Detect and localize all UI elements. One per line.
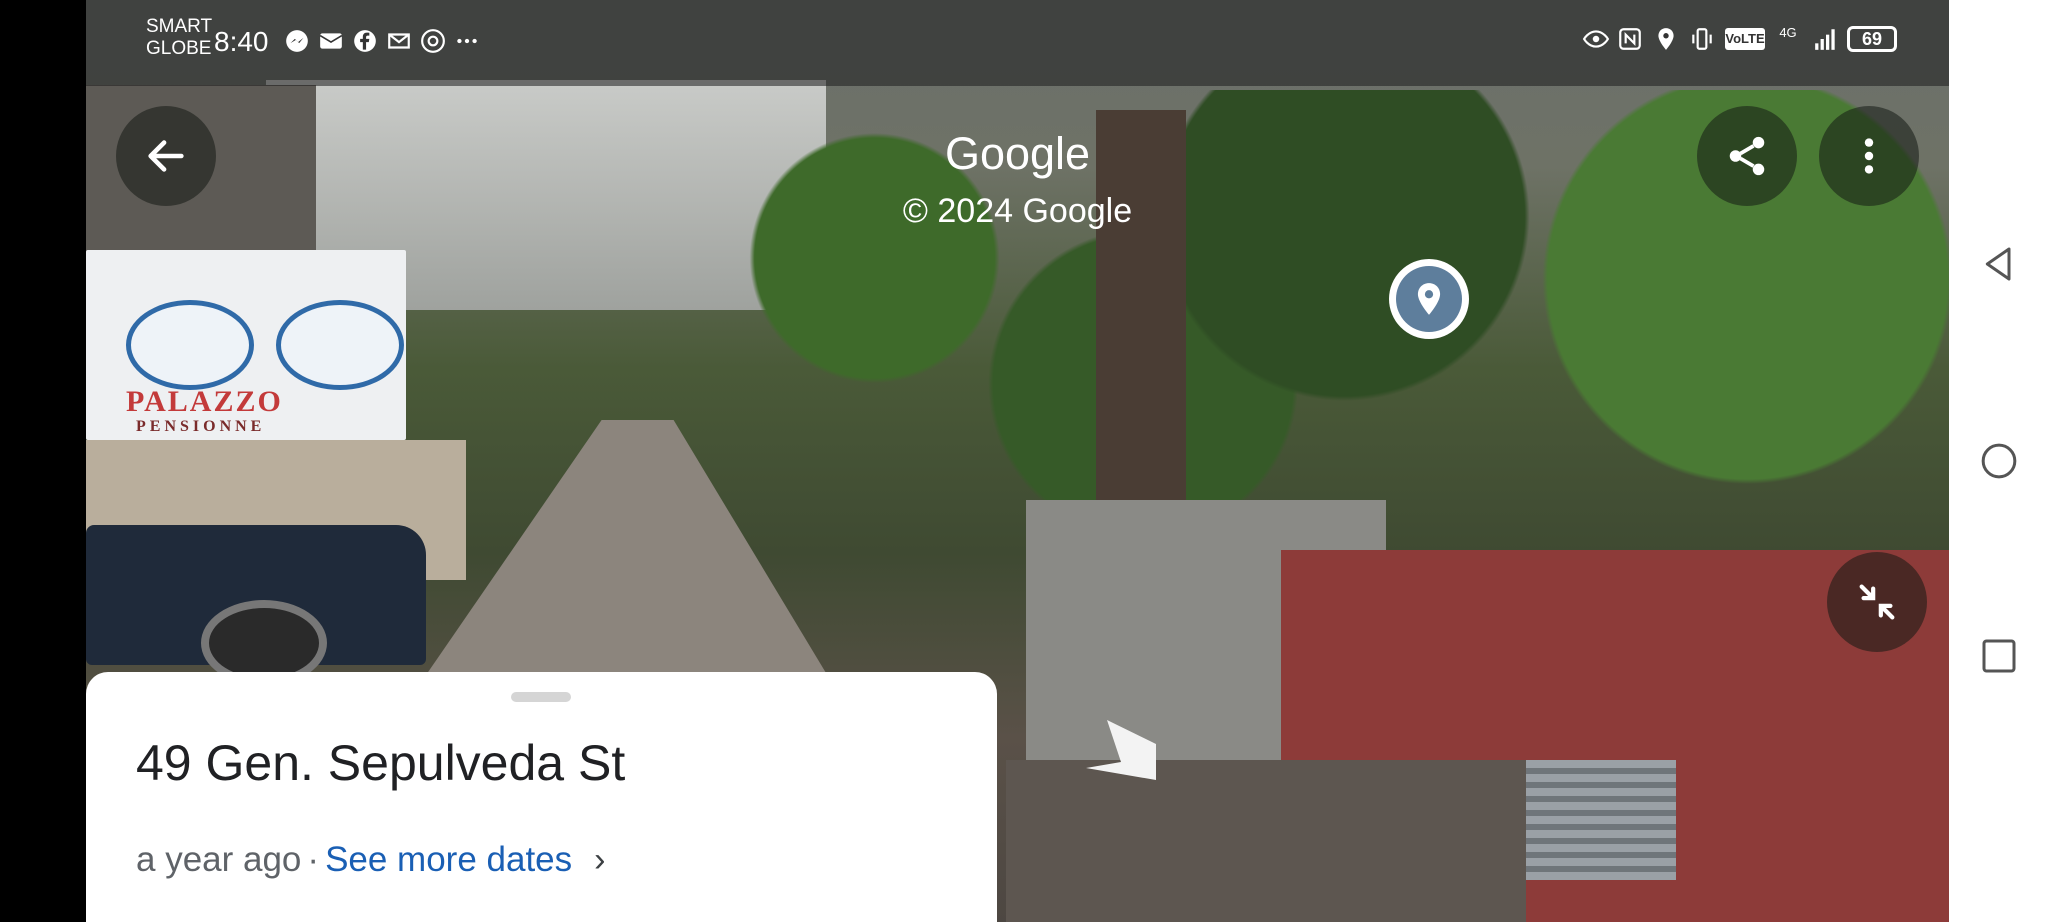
collapse-icon xyxy=(1859,584,1895,620)
more-icon xyxy=(454,28,480,54)
back-button[interactable] xyxy=(116,106,216,206)
image-age: a year ago xyxy=(136,840,302,879)
mail-icon xyxy=(318,28,344,54)
left-letterbox xyxy=(0,0,86,922)
address-title: 49 Gen. Sepulveda St xyxy=(136,735,626,791)
carrier-line1: SMART xyxy=(146,16,213,37)
chrome-icon xyxy=(420,28,446,54)
battery-level: 69 xyxy=(1861,29,1883,49)
location-pin-icon xyxy=(1396,266,1462,332)
sign-subtitle: PENSIONNE xyxy=(136,418,266,435)
notification-icons xyxy=(284,28,480,54)
minimize-button[interactable] xyxy=(1827,552,1927,652)
signal-icon xyxy=(1811,26,1837,52)
volte-icon: VoLTE xyxy=(1725,28,1765,50)
place-card[interactable]: 49 Gen. Sepulveda St a year ago · See mo… xyxy=(86,672,997,922)
more-vert-icon xyxy=(1864,138,1874,174)
chevron-right-icon[interactable]: › xyxy=(594,841,605,880)
network-type: 4G xyxy=(1779,25,1797,40)
sign-circle-icon xyxy=(276,300,404,390)
clock: 8:40 xyxy=(214,26,269,57)
home-circle-icon[interactable] xyxy=(1979,441,2019,481)
back-triangle-icon[interactable] xyxy=(1979,244,2019,284)
recents-square-icon[interactable] xyxy=(1979,636,2019,676)
vibrate-icon xyxy=(1689,26,1715,52)
see-more-dates-link[interactable]: See more dates xyxy=(325,840,572,880)
ground xyxy=(1006,760,1526,922)
system-nav-bar xyxy=(1949,0,2048,922)
messenger-icon xyxy=(284,28,310,54)
nfc-icon xyxy=(1617,26,1643,52)
copyright-text: © 2024 Google xyxy=(902,192,1133,230)
carrier-line2: GLOBE xyxy=(146,38,212,59)
drag-handle[interactable] xyxy=(511,692,571,702)
image-date-row: a year ago · See more dates › xyxy=(136,840,605,880)
location-icon xyxy=(1653,26,1679,52)
status-bar: SMART GLOBE 8:40 VoLTE 4G 69 xyxy=(86,0,1949,86)
location-pin-button[interactable] xyxy=(1389,259,1469,339)
sign-circle-icon xyxy=(126,300,254,390)
eye-icon xyxy=(1581,26,1610,52)
battery-icon: 69 xyxy=(1847,26,1897,52)
carrier-name: SMART GLOBE xyxy=(146,16,212,60)
sign-title: PALAZZO xyxy=(126,385,283,418)
system-icons: VoLTE 4G 69 xyxy=(1581,26,1897,52)
4g-signal-icon: 4G xyxy=(1775,26,1801,52)
arrow-left-icon xyxy=(148,140,184,172)
billboard-sign: PALAZZO PENSIONNE xyxy=(86,250,406,440)
facebook-icon xyxy=(352,28,378,54)
gmail-icon xyxy=(386,28,412,54)
brand-title: Google xyxy=(944,128,1091,179)
share-button[interactable] xyxy=(1697,106,1797,206)
more-options-button[interactable] xyxy=(1819,106,1919,206)
separator: · xyxy=(307,840,320,879)
share-icon xyxy=(1729,136,1765,176)
